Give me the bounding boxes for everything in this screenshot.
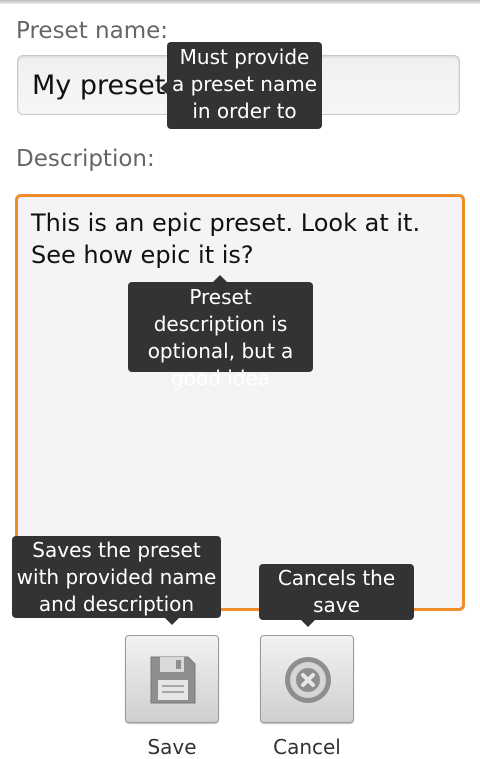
cancel-tooltip-text: Cancels the save operation [277, 566, 396, 644]
save-tooltip: Saves the preset with provided name and … [12, 536, 221, 625]
floppy-disk-icon [150, 656, 196, 704]
description-label: Description: [16, 146, 155, 172]
cancel-button[interactable] [260, 635, 354, 723]
preset-name-value: My preset [32, 70, 166, 101]
save-button-label: Save [147, 735, 197, 759]
tooltip-arrow [165, 618, 179, 625]
preset-name-tooltip-text: Must provide a preset name in order to s… [171, 45, 318, 150]
preset-name-label: Preset name: [16, 18, 169, 44]
top-divider [0, 0, 480, 4]
cancel-circle-icon [285, 657, 331, 703]
tooltip-arrow [160, 82, 167, 94]
description-value: This is an epic preset. Look at it. See … [31, 209, 421, 269]
cancel-button-label: Cancel [273, 735, 341, 759]
save-tooltip-text: Saves the preset with provided name and … [16, 538, 217, 616]
description-tooltip: Preset description is optional, but a go… [128, 275, 313, 390]
tooltip-arrow [301, 620, 315, 627]
tooltip-arrow [213, 275, 227, 282]
preset-name-tooltip: Must provide a preset name in order to s… [160, 42, 322, 150]
save-button[interactable] [125, 635, 219, 723]
cancel-tooltip: Cancels the save operation [259, 564, 414, 644]
